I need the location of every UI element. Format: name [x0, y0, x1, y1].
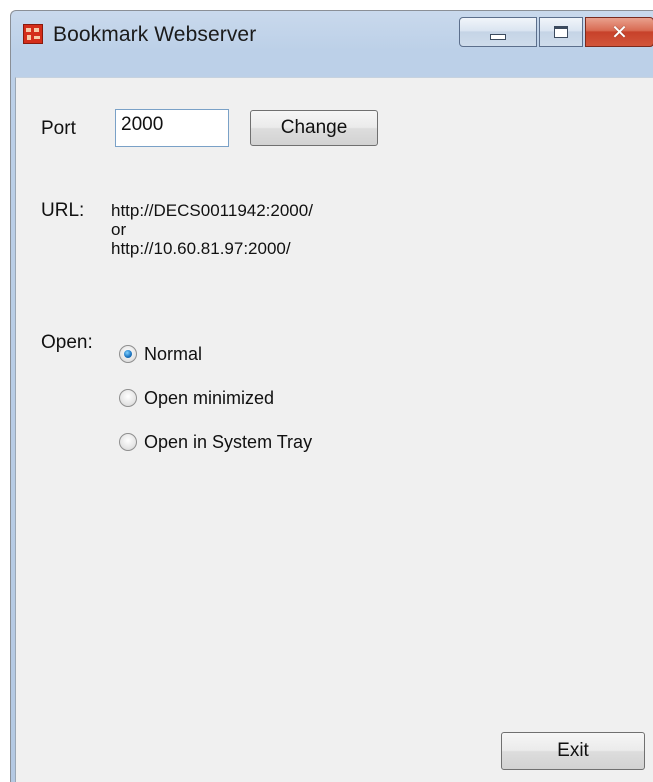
radio-open-system-tray[interactable]: Open in System Tray — [119, 430, 312, 454]
url-primary: http://DECS0011942:2000/ — [111, 201, 313, 220]
radio-open-normal[interactable]: Normal — [119, 342, 202, 366]
close-icon: ✕ — [611, 20, 628, 44]
minimize-icon — [490, 34, 506, 40]
client-area: Port 2000 Change URL: http://DECS0011942… — [15, 77, 653, 782]
url-secondary: http://10.60.81.97:2000/ — [111, 239, 291, 258]
radio-label: Open minimized — [144, 387, 275, 408]
maximize-button[interactable] — [539, 17, 583, 47]
exit-button[interactable]: Exit — [501, 732, 645, 770]
port-label: Port — [41, 118, 76, 139]
minimize-button[interactable] — [459, 17, 537, 47]
change-button[interactable]: Change — [250, 110, 378, 146]
url-separator: or — [111, 220, 127, 239]
bookmark-app-icon — [23, 24, 43, 44]
url-label: URL: — [41, 200, 85, 221]
app-window: Bookmark Webserver ✕ Port 2000 Change UR… — [10, 10, 653, 782]
radio-open-minimized[interactable]: Open minimized — [119, 386, 274, 410]
window-title: Bookmark Webserver — [53, 23, 257, 46]
radio-button[interactable] — [119, 389, 137, 407]
radio-label: Open in System Tray — [144, 431, 313, 452]
close-button[interactable]: ✕ — [585, 17, 653, 47]
port-input[interactable]: 2000 — [115, 109, 229, 147]
title-bar[interactable]: Bookmark Webserver ✕ — [11, 11, 653, 75]
radio-button[interactable] — [119, 433, 137, 451]
maximize-icon — [554, 26, 568, 38]
radio-label: Normal — [144, 343, 203, 364]
open-label: Open: — [41, 332, 93, 353]
radio-button-checked[interactable] — [119, 345, 137, 363]
